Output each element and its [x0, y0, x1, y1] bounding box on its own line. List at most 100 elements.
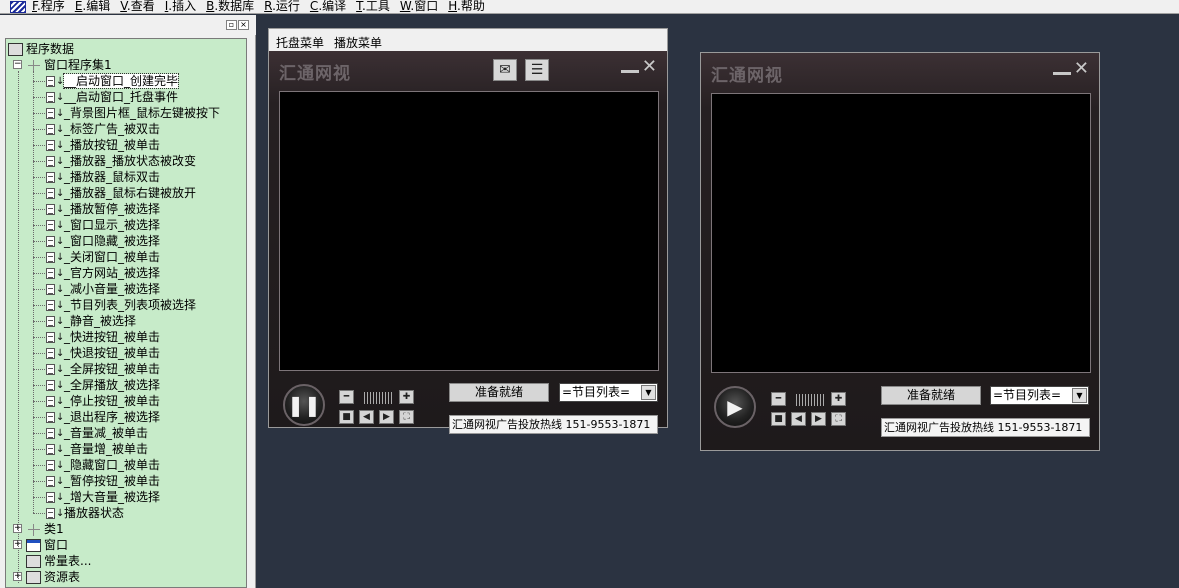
tree-subroutine[interactable]: _全屏按钮_被单击: [46, 361, 160, 378]
subroutine-icon: [46, 106, 64, 122]
tree-guide-line: [33, 177, 45, 178]
menu-item[interactable]: I.插入: [165, 0, 196, 13]
subroutine-icon: [46, 154, 64, 170]
volume-slider[interactable]: [364, 392, 394, 404]
program-list-select[interactable]: =节目列表= ▼: [990, 386, 1089, 405]
panel-restore-button[interactable]: ▫: [226, 20, 237, 30]
tree-subroutine[interactable]: _窗口显示_被选择: [46, 217, 160, 234]
forward-button[interactable]: ▶: [811, 412, 826, 426]
stop-button[interactable]: ■: [339, 410, 354, 424]
tree-subroutine[interactable]: _窗口隐藏_被选择: [46, 233, 160, 250]
menu-item[interactable]: H.帮助: [448, 0, 485, 13]
tree-subroutine[interactable]: _快进按钮_被单击: [46, 329, 161, 346]
volume-down-button[interactable]: ━: [339, 390, 354, 404]
tree-subroutine[interactable]: _全屏播放_被选择: [46, 377, 160, 394]
program-list-select[interactable]: =节目列表= ▼: [559, 383, 658, 402]
menu-item[interactable]: E.编辑: [75, 0, 110, 13]
tree-module[interactable]: 窗口程序集1: [26, 57, 112, 73]
tree-node-label: 程序数据: [26, 42, 75, 56]
fullscreen-button[interactable]: ⛶: [399, 410, 414, 424]
subroutine-icon: [46, 202, 64, 218]
tree-subroutine[interactable]: _静音_被选择: [46, 313, 136, 330]
volume-up-button[interactable]: ✚: [831, 392, 846, 406]
tree-node[interactable]: 常量表...: [26, 553, 91, 569]
rewind-button[interactable]: ◀: [359, 410, 374, 424]
tree-node-label: _快退按钮_被单击: [64, 346, 161, 360]
menu-item[interactable]: F.程序: [32, 0, 65, 13]
tree-subroutine[interactable]: _暂停按钮_被单击: [46, 473, 160, 490]
ad-hotline-label[interactable]: 汇通网视广告投放热线 151-9553-1871: [449, 415, 658, 434]
tree-subroutine[interactable]: _播放器_鼠标双击: [46, 169, 160, 186]
designer-icon[interactable]: [10, 0, 26, 13]
tree-subroutine[interactable]: _播放器_播放状态被改变: [46, 153, 197, 170]
tree-guide-line: [33, 417, 45, 418]
tree-subroutine[interactable]: _音量增_被单击: [46, 441, 148, 458]
fullscreen-button[interactable]: ⛶: [831, 412, 846, 426]
tree-guide-line: [33, 337, 45, 338]
menu-item-label: .运行: [272, 0, 300, 13]
tree-node[interactable]: 类1: [26, 521, 64, 537]
tree-subroutine[interactable]: _退出程序_被选择: [46, 409, 160, 426]
volume-slider[interactable]: [796, 394, 826, 406]
close-icon[interactable]: ✕: [642, 56, 657, 77]
tree-guide-line: [33, 225, 45, 226]
video-screen[interactable]: [279, 91, 659, 371]
tree-node-label: _快进按钮_被单击: [64, 330, 161, 344]
menu-item[interactable]: C.编译: [310, 0, 346, 13]
dropdown-arrow-icon[interactable]: ▼: [1072, 388, 1087, 403]
menu-item[interactable]: T.工具: [356, 0, 390, 13]
close-icon[interactable]: ✕: [1074, 58, 1089, 79]
subroutine-icon: [46, 122, 64, 138]
menu-item[interactable]: V.查看: [120, 0, 155, 13]
volume-down-button[interactable]: ━: [771, 392, 786, 406]
video-screen[interactable]: [711, 93, 1091, 373]
tree-subroutine[interactable]: _增大音量_被选择: [46, 489, 160, 506]
panel-close-button[interactable]: ×: [238, 20, 249, 30]
menu-item-label: .插入: [168, 0, 197, 13]
dropdown-arrow-icon[interactable]: ▼: [641, 385, 656, 400]
tree-node[interactable]: 窗口: [26, 537, 68, 553]
tree-subroutine[interactable]: _隐藏窗口_被单击: [46, 457, 160, 474]
tree-subroutine[interactable]: _音量减_被单击: [46, 425, 148, 442]
tree-subroutine[interactable]: __启动窗口_托盘事件: [46, 89, 178, 106]
volume-up-button[interactable]: ✚: [399, 390, 414, 404]
menu-item[interactable]: B.数据库: [206, 0, 254, 13]
subroutine-icon: [46, 314, 64, 330]
chat-icon[interactable]: ✉: [493, 59, 517, 81]
tree-expander[interactable]: −: [13, 60, 22, 69]
tree-subroutine[interactable]: _停止按钮_被单击: [46, 393, 160, 410]
tree-subroutine[interactable]: _标签广告_被双击: [46, 121, 160, 138]
tree-subroutine[interactable]: _快退按钮_被单击: [46, 345, 161, 362]
rewind-button[interactable]: ◀: [791, 412, 806, 426]
menu-tray[interactable]: 托盘菜单: [276, 34, 324, 51]
tree-root[interactable]: 程序数据: [8, 41, 74, 57]
tree-subroutine[interactable]: 播放器状态: [46, 505, 124, 522]
tree-node[interactable]: 资源表: [26, 569, 80, 585]
tree-subroutine[interactable]: _背景图片框_鼠标左键被按下: [46, 105, 220, 122]
tree-subroutine[interactable]: __启动窗口_创建完毕: [46, 73, 180, 90]
menu-play[interactable]: 播放菜单: [334, 34, 382, 51]
subroutine-icon: [46, 218, 64, 234]
minimize-icon[interactable]: [1052, 71, 1071, 75]
stop-button[interactable]: ■: [771, 412, 786, 426]
tree-subroutine[interactable]: _关闭窗口_被单击: [46, 249, 160, 266]
minimize-icon[interactable]: [620, 69, 639, 73]
tree-subroutine[interactable]: _节目列表_列表项被选择: [46, 297, 196, 314]
menu-item[interactable]: R.运行: [264, 0, 300, 13]
menu-item[interactable]: W.窗口: [400, 0, 438, 13]
subroutine-icon: [46, 490, 64, 506]
tree-node-label: _播放器_播放状态被改变: [64, 154, 197, 168]
player-skin: 汇通网视 ✉ ☰ ✕ ❚❚ ━ ✚ ■ ◀ ▶ ⛶ 准备就绪 =节目列表= ▼ 汇…: [269, 51, 667, 434]
tree-guide-line: [33, 129, 45, 130]
pause-button[interactable]: ❚❚: [283, 384, 325, 426]
tree-subroutine[interactable]: _播放按钮_被单击: [46, 137, 160, 154]
forward-button[interactable]: ▶: [379, 410, 394, 424]
tree-subroutine[interactable]: _官方网站_被选择: [46, 265, 160, 282]
play-button[interactable]: ▶: [714, 386, 756, 428]
tree-guide-line: [33, 369, 45, 370]
playlist-icon[interactable]: ☰: [525, 59, 549, 81]
ad-hotline-label[interactable]: 汇通网视广告投放热线 151-9553-1871: [881, 418, 1090, 437]
tree-subroutine[interactable]: _播放暂停_被选择: [46, 201, 160, 218]
tree-subroutine[interactable]: _播放器_鼠标右键被放开: [46, 185, 196, 202]
tree-subroutine[interactable]: _减小音量_被选择: [46, 281, 160, 298]
